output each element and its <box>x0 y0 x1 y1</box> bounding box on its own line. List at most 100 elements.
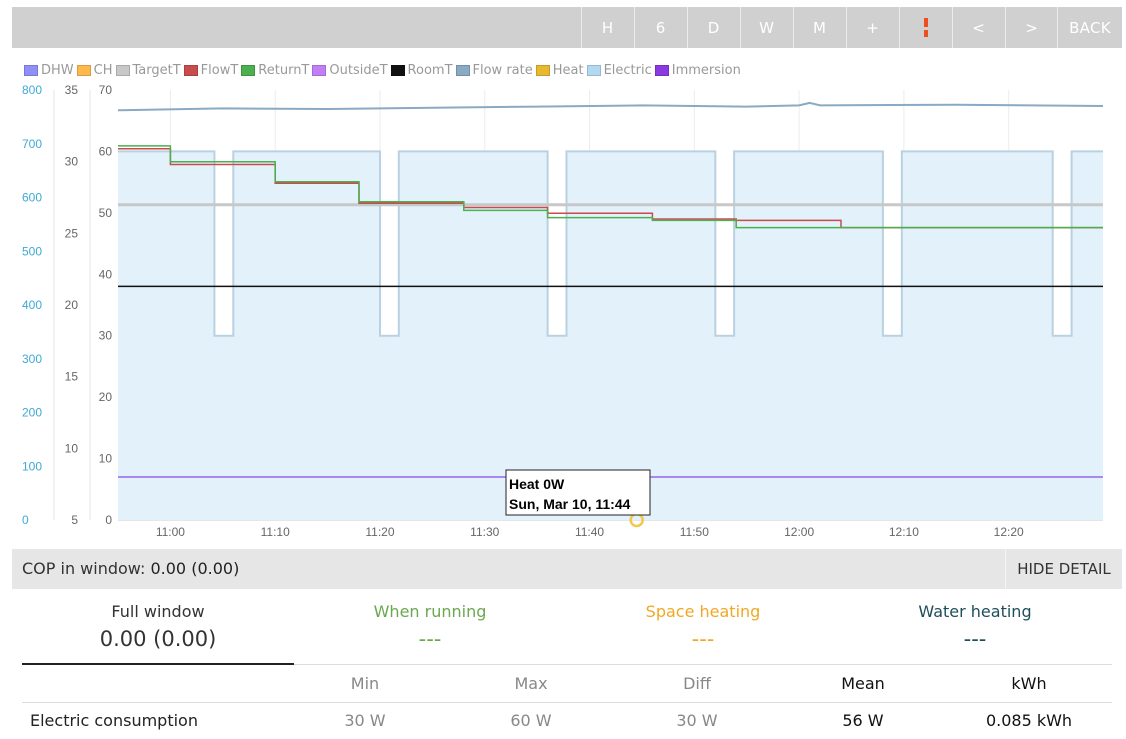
temp-tick-label: 10 <box>65 441 79 455</box>
power-tick-label: 800 <box>22 83 42 97</box>
flow-tick-label: 0 <box>105 513 112 527</box>
flow-tick-label: 10 <box>99 452 113 466</box>
legend-swatch <box>241 64 256 76</box>
power-tick-label: 200 <box>22 406 42 420</box>
tab-title: Full window <box>111 602 205 621</box>
header-max: Max <box>514 674 548 693</box>
legend-swatch <box>312 64 327 76</box>
x-tick-label: 11:20 <box>365 525 394 539</box>
legend-label: Immersion <box>671 62 741 78</box>
legend-swatch <box>76 64 91 76</box>
legend-item-ch[interactable]: CH <box>76 62 113 78</box>
tab-title: When running <box>373 602 487 621</box>
power-tick-label: 400 <box>22 298 42 312</box>
temp-tick-label: 5 <box>71 513 78 527</box>
zoom-in-button[interactable]: + <box>846 7 898 48</box>
temp-tick-label: 30 <box>65 155 79 169</box>
flow-tick-label: 60 <box>99 144 113 158</box>
row-diff: 30 W <box>676 711 718 730</box>
cop-tabs: Full window 0.00 (0.00) When running ---… <box>22 598 1112 665</box>
temp-tick-label: 15 <box>65 370 79 384</box>
flow-tick-label: 20 <box>99 390 113 404</box>
series-line-flow-rate <box>117 101 1104 112</box>
legend-item-targett[interactable]: TargetT <box>115 62 181 78</box>
stats-header-row: Min Max Diff Mean kWh <box>22 666 1112 703</box>
legend-label: OutsideT <box>329 62 388 78</box>
temp-tick-label: 20 <box>65 298 79 312</box>
flow-tick-label: 70 <box>99 83 113 97</box>
stats-row-electric: Electric consumption 30 W 60 W 30 W 56 W… <box>22 703 1112 739</box>
legend-label: DHW <box>41 62 74 78</box>
month-button[interactable]: M <box>793 7 845 48</box>
x-tick-label: 12:20 <box>994 525 1024 539</box>
cop-summary: COP in window: 0.00 (0.00) <box>22 559 239 578</box>
series-area-electric <box>118 151 1103 520</box>
legend-swatch <box>654 64 669 76</box>
tooltip-date: Sun, Mar 10, 11:44 <box>509 496 631 512</box>
tab-value: --- <box>963 627 987 651</box>
legend-label: FlowT <box>200 62 239 78</box>
legend-label: CH <box>93 62 113 78</box>
toolbar: H 6 D W M + < > BACK <box>12 7 1122 48</box>
tooltip-title: Heat 0W <box>509 476 565 492</box>
row-kwh: 0.085 kWh <box>985 711 1073 730</box>
legend-swatch <box>24 64 38 76</box>
tab-water-heating[interactable]: Water heating --- <box>839 598 1111 664</box>
x-tick-label: 11:50 <box>680 525 709 539</box>
legend-label: Electric <box>603 62 652 78</box>
x-tick-label: 11:10 <box>261 525 290 539</box>
hour-button[interactable]: H <box>581 7 633 48</box>
header-min: Min <box>350 674 380 693</box>
power-tick-label: 600 <box>22 191 42 205</box>
flow-tick-label: 30 <box>99 329 113 343</box>
power-tick-label: 300 <box>22 352 42 366</box>
x-tick-label: 11:30 <box>470 525 499 539</box>
header-kwh: kWh <box>1011 674 1047 693</box>
cop-value: 0.00 (0.00) <box>150 559 240 578</box>
tab-when-running[interactable]: When running --- <box>294 598 566 664</box>
cop-summary-bar: COP in window: 0.00 (0.00) HIDE DETAIL <box>12 549 1122 589</box>
back-button[interactable]: BACK <box>1057 7 1122 48</box>
power-tick-label: 100 <box>22 459 42 473</box>
hide-detail-button[interactable]: HIDE DETAIL <box>1005 549 1122 589</box>
row-label: Electric consumption <box>30 711 198 730</box>
chart-legend: DHW CH TargetT FlowT ReturnT OutsideT RoomT Flo… <box>24 62 744 78</box>
legend-label: RoomT <box>407 62 453 78</box>
row-mean: 56 W <box>842 711 884 730</box>
legend-item-heat[interactable]: Heat <box>535 62 584 78</box>
legend-item-roomt[interactable]: RoomT <box>390 62 453 78</box>
legend-item-flowt[interactable]: FlowT <box>183 62 239 78</box>
legend-swatch <box>390 64 405 76</box>
zoom-out-button[interactable] <box>899 7 951 48</box>
header-mean: Mean <box>841 674 885 693</box>
legend-label: Heat <box>552 62 584 78</box>
legend-item-dhw[interactable]: DHW <box>24 63 74 78</box>
chart-plot: 0 100 200 300 400 500 600 700 800 5 10 15 20 25 30 35 0 1… <box>22 83 1104 539</box>
legend-item-returnt[interactable]: ReturnT <box>241 63 309 78</box>
pan-right-button[interactable]: > <box>1005 7 1057 48</box>
legend-swatch <box>535 64 550 76</box>
x-tick-label: 12:10 <box>889 525 919 539</box>
row-min: 30 W <box>344 711 386 730</box>
power-tick-label: 700 <box>22 137 42 151</box>
flow-tick-label: 40 <box>99 267 113 281</box>
tab-full-window[interactable]: Full window 0.00 (0.00) <box>22 598 294 665</box>
six-hour-button[interactable]: 6 <box>634 7 686 48</box>
legend-label: ReturnT <box>258 62 310 78</box>
temp-tick-label: 25 <box>65 226 79 240</box>
day-button[interactable]: D <box>687 7 739 48</box>
legend-label: TargetT <box>132 62 181 78</box>
legend-item-outsidet[interactable]: OutsideT <box>312 62 388 78</box>
power-tick-label: 500 <box>22 244 42 258</box>
tab-space-heating[interactable]: Space heating --- <box>567 598 839 664</box>
legend-item-electric[interactable]: Electric <box>586 62 652 78</box>
tab-value: --- <box>691 627 715 651</box>
pan-left-button[interactable]: < <box>952 7 1004 48</box>
x-tick-label: 11:40 <box>575 525 604 539</box>
legend-item-flow-rate[interactable]: Flow rate <box>455 63 533 78</box>
legend-item-immersion[interactable]: Immersion <box>654 62 741 78</box>
header-diff: Diff <box>683 674 711 693</box>
week-button[interactable]: W <box>740 7 792 48</box>
power-tick-label: 0 <box>22 513 29 527</box>
cop-label: COP in window: <box>22 559 146 578</box>
